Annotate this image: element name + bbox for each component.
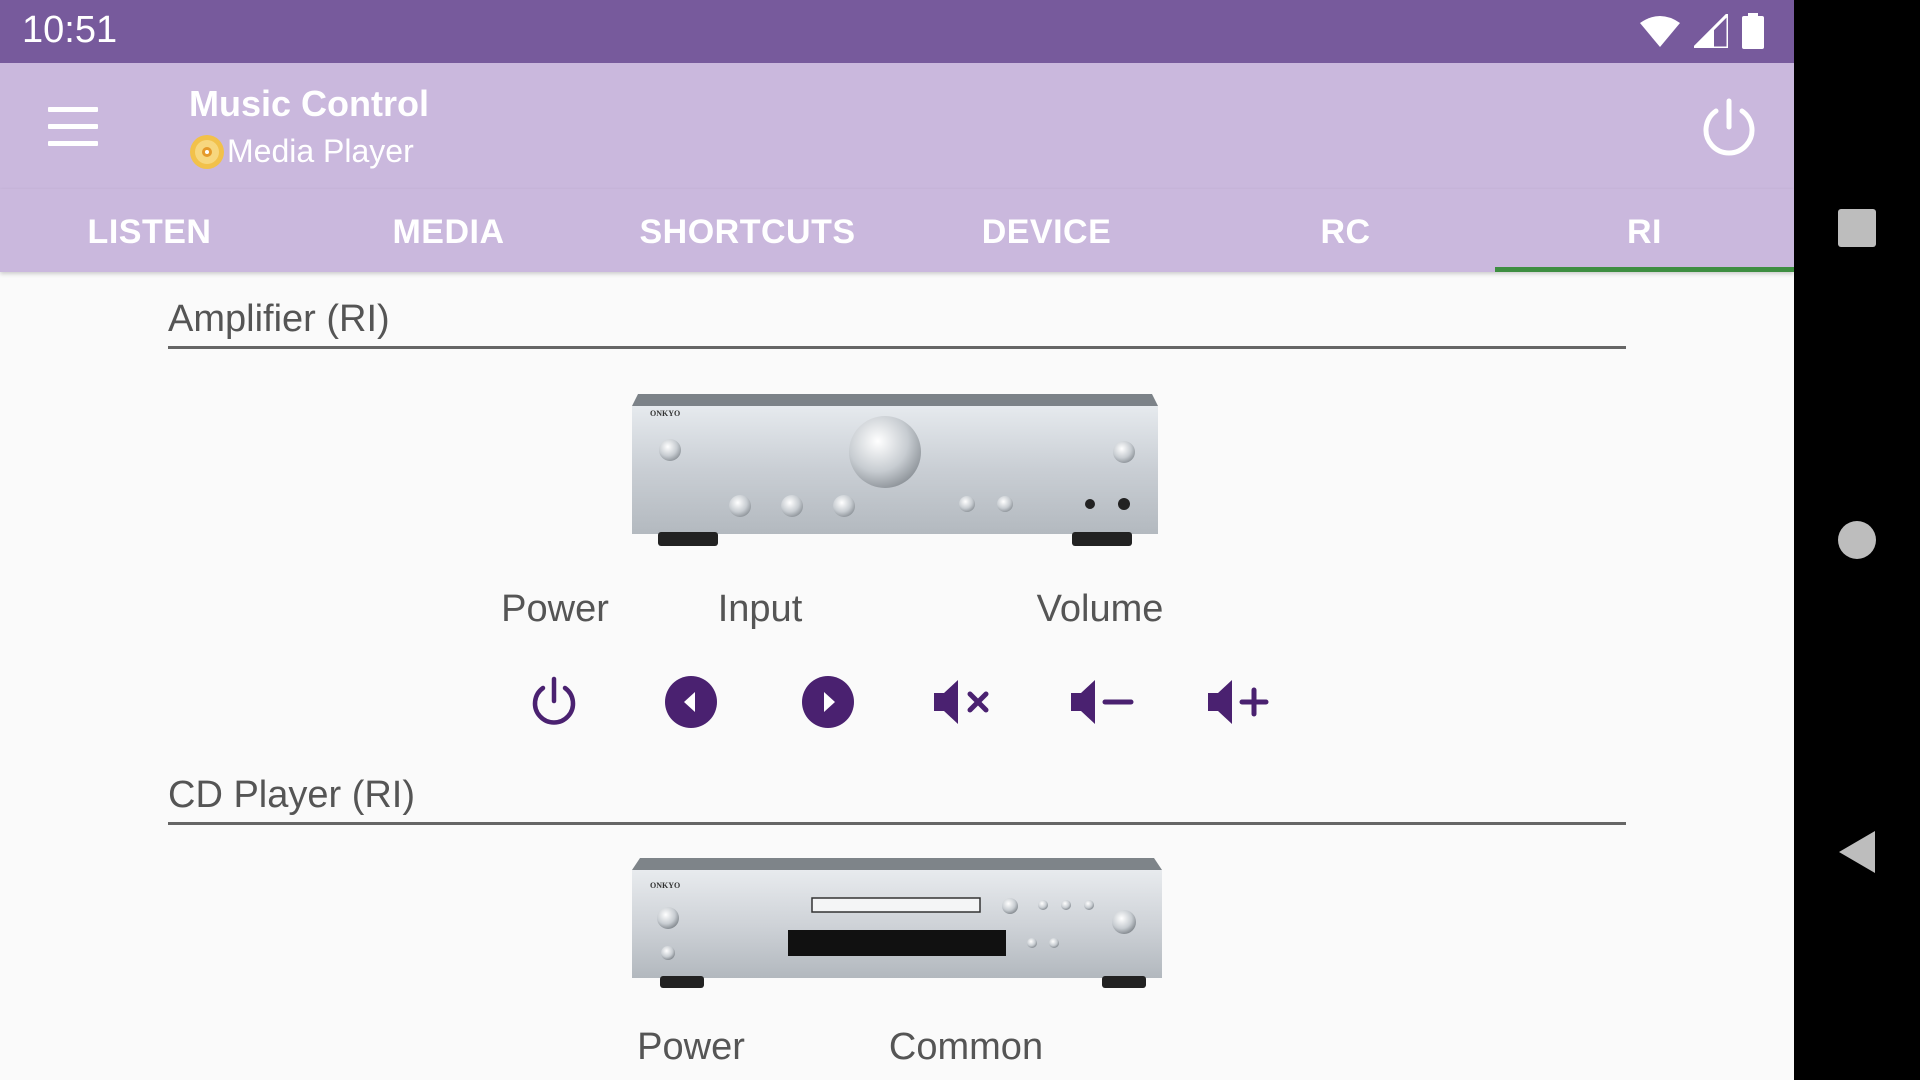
input-next-icon <box>802 676 854 728</box>
recents-button[interactable] <box>1817 188 1897 268</box>
home-button[interactable] <box>1817 500 1897 580</box>
amplifier-image: ONKYO <box>632 394 1158 546</box>
system-nav-bar <box>1794 0 1920 1080</box>
tab-bar: LISTEN MEDIA SHORTCUTS DEVICE RC RI <box>0 189 1794 272</box>
amplifier-mute-button[interactable] <box>925 662 1005 742</box>
app-title: Music Control <box>189 83 429 124</box>
cd-player-common-label: Common <box>888 1026 1044 1068</box>
cd-player-power-label: Power <box>637 1026 745 1068</box>
input-prev-icon <box>665 676 717 728</box>
battery-icon <box>1742 13 1764 49</box>
recents-square-icon <box>1838 209 1876 247</box>
status-icons <box>1640 12 1764 50</box>
app-screen: 10:51 Music Control Media Player LISTEN <box>0 0 1794 1080</box>
amplifier-section-title: Amplifier (RI) <box>168 298 390 340</box>
tab-shortcuts[interactable]: SHORTCUTS <box>598 189 897 272</box>
back-button[interactable] <box>1817 812 1897 892</box>
subtitle-label: Media Player <box>227 133 414 169</box>
status-clock: 10:51 <box>22 9 118 51</box>
cd-disc-icon <box>190 134 224 169</box>
amplifier-volume-down-button[interactable] <box>1062 662 1142 742</box>
app-subtitle: Media Player <box>189 133 414 170</box>
tab-ri[interactable]: RI <box>1495 189 1794 272</box>
menu-button[interactable] <box>38 97 108 157</box>
amplifier-volume-label: Volume <box>1036 588 1164 630</box>
tab-device[interactable]: DEVICE <box>897 189 1196 272</box>
tab-media[interactable]: MEDIA <box>299 189 598 272</box>
amplifier-divider <box>168 346 1626 349</box>
cd-player-section-title: CD Player (RI) <box>168 774 416 816</box>
amplifier-brand-logo: ONKYO <box>650 409 680 418</box>
app-toolbar: Music Control Media Player <box>0 63 1794 189</box>
amplifier-volume-up-button[interactable] <box>1199 662 1279 742</box>
cd-player-brand-logo: ONKYO <box>650 881 680 890</box>
cell-signal-icon <box>1694 14 1728 48</box>
amplifier-input-next-button[interactable] <box>788 662 868 742</box>
home-circle-icon <box>1838 521 1876 559</box>
amplifier-power-button[interactable] <box>514 662 594 742</box>
back-triangle-icon <box>1839 831 1875 873</box>
tab-rc[interactable]: RC <box>1196 189 1495 272</box>
amplifier-input-label: Input <box>717 588 803 630</box>
amplifier-input-prev-button[interactable] <box>651 662 731 742</box>
status-bar: 10:51 <box>0 0 1794 63</box>
cd-player-image: ONKYO <box>632 858 1162 988</box>
volume-down-icon <box>1071 680 1134 724</box>
volume-up-icon <box>1208 680 1269 724</box>
cd-player-divider <box>168 822 1626 825</box>
tab-listen[interactable]: LISTEN <box>0 189 299 272</box>
power-all-button[interactable] <box>1694 93 1764 163</box>
wifi-icon <box>1640 16 1680 47</box>
power-icon <box>532 676 576 725</box>
amplifier-power-label: Power <box>501 588 609 630</box>
mute-icon <box>934 680 989 724</box>
